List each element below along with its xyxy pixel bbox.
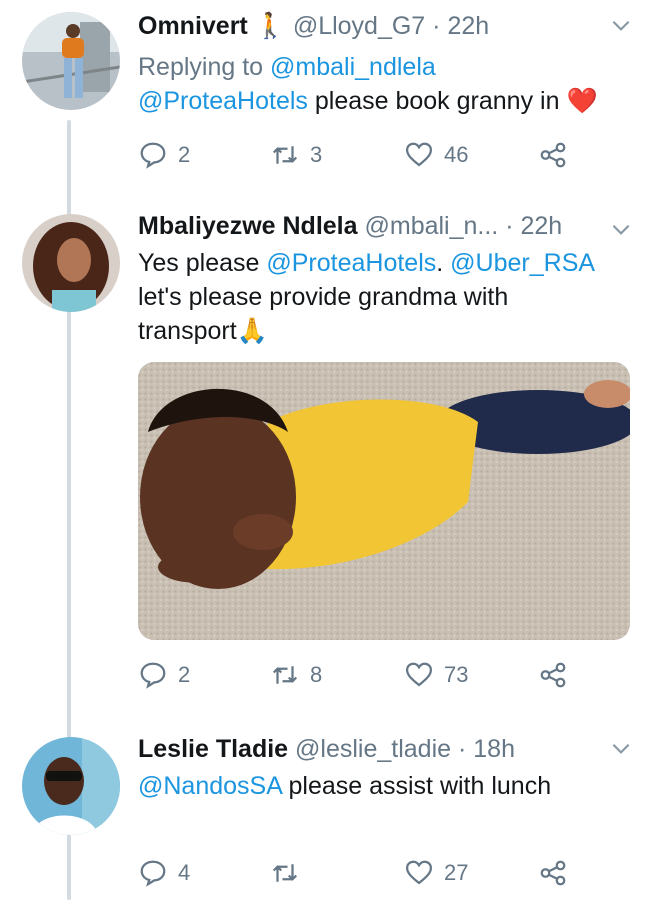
- mention-link[interactable]: @Uber_RSA: [450, 249, 595, 277]
- reply-button[interactable]: 2: [138, 140, 190, 170]
- chevron-down-icon[interactable]: [608, 12, 634, 38]
- reply-button[interactable]: 4: [138, 858, 190, 888]
- tweet-2[interactable]: Mbaliyezwe Ndlela @mbali_n... · 22h Yes …: [0, 200, 653, 720]
- like-count: 27: [444, 860, 469, 885]
- like-button[interactable]: 73: [404, 660, 468, 690]
- timestamp[interactable]: 18h: [473, 735, 515, 763]
- display-name[interactable]: Mbaliyezwe Ndlela: [138, 212, 358, 240]
- retweet-count: 3: [310, 142, 323, 167]
- timestamp[interactable]: 22h: [520, 212, 562, 240]
- like-count: 46: [444, 142, 469, 167]
- share-button[interactable]: [538, 660, 568, 690]
- timestamp[interactable]: 22h: [447, 12, 489, 40]
- share-icon: [540, 142, 566, 168]
- separator-dot: ·: [458, 735, 467, 763]
- tweet-header: Leslie Tladie @leslie_tladie · 18h: [138, 733, 633, 765]
- share-icon: [540, 662, 566, 688]
- separator-dot: ·: [432, 12, 441, 40]
- like-button[interactable]: 46: [404, 140, 468, 170]
- retweet-count: 8: [310, 662, 323, 687]
- chevron-down-icon[interactable]: [608, 216, 634, 242]
- user-handle[interactable]: @leslie_tladie: [295, 735, 451, 763]
- chevron-down-icon[interactable]: [608, 735, 634, 761]
- like-icon: [405, 860, 433, 885]
- heart-emoji: ❤️: [566, 87, 598, 115]
- mention-link[interactable]: @NandosSA: [138, 772, 282, 800]
- retweet-button[interactable]: 3: [270, 140, 322, 170]
- share-button[interactable]: [538, 858, 568, 888]
- separator-dot: ·: [505, 212, 514, 240]
- retweet-icon: [272, 146, 298, 164]
- tweet-body: please assist with lunch: [288, 772, 552, 800]
- tweet-header: Mbaliyezwe Ndlela @mbali_n... · 22h: [138, 210, 633, 242]
- mention-link[interactable]: @ProteaHotels: [138, 87, 308, 115]
- avatar[interactable]: [22, 737, 120, 835]
- tweet-photo[interactable]: [138, 362, 630, 640]
- user-handle[interactable]: @Lloyd_G7: [293, 12, 425, 40]
- reply-icon: [140, 662, 166, 689]
- like-icon: [405, 142, 433, 167]
- replying-to-link[interactable]: @mbali_ndlela: [270, 53, 436, 81]
- reply-icon: [140, 860, 166, 887]
- share-icon: [540, 860, 566, 886]
- like-button[interactable]: 27: [404, 858, 468, 888]
- tweet-text: @NandosSA please assist with lunch: [138, 769, 633, 803]
- retweet-button[interactable]: [270, 858, 310, 888]
- tweet-header: Omnivert 🚶 @Lloyd_G7 · 22h: [138, 10, 633, 42]
- user-handle[interactable]: @mbali_n...: [364, 212, 498, 240]
- reply-icon: [140, 142, 166, 169]
- share-button[interactable]: [538, 140, 568, 170]
- tweet-3[interactable]: Leslie Tladie @leslie_tladie · 18h @Nand…: [0, 725, 653, 900]
- reply-count: 2: [178, 142, 191, 167]
- reply-count: 2: [178, 662, 191, 687]
- tweet-text: @ProteaHotels please book granny in ❤️: [138, 84, 633, 118]
- tweet-text-line2: let's please provide grandma with: [138, 283, 509, 311]
- tweet-1[interactable]: Omnivert 🚶 @Lloyd_G7 · 22h Replying to @…: [0, 0, 653, 195]
- reply-button[interactable]: 2: [138, 660, 190, 690]
- tweet-body: please book granny in: [314, 87, 560, 115]
- tweet-text-line1-prefix: Yes please: [138, 249, 260, 277]
- retweet-icon: [272, 864, 298, 882]
- like-icon: [405, 662, 433, 687]
- like-count: 73: [444, 662, 469, 687]
- display-name[interactable]: Omnivert: [138, 12, 248, 40]
- retweet-icon: [272, 666, 298, 684]
- tweet-text-line3: transport: [138, 317, 237, 345]
- replying-label: Replying to: [138, 53, 264, 81]
- praying-hands-emoji: 🙏: [236, 317, 268, 345]
- reply-count: 4: [178, 860, 191, 885]
- mention-link[interactable]: @ProteaHotels: [266, 249, 436, 277]
- avatar[interactable]: [22, 214, 120, 312]
- walking-emoji: 🚶: [254, 12, 286, 40]
- display-name[interactable]: Leslie Tladie: [138, 735, 288, 763]
- avatar[interactable]: [22, 12, 120, 110]
- punctuation: .: [436, 249, 444, 277]
- retweet-button[interactable]: 8: [270, 660, 322, 690]
